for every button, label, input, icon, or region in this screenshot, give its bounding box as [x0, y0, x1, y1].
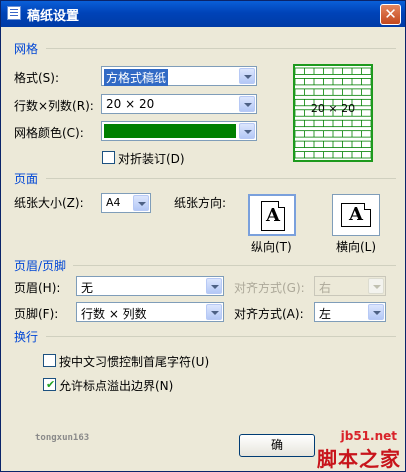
fold-binding-label[interactable]: 对折装订(D) [118, 150, 185, 167]
footer-dropdown-arrow[interactable] [206, 304, 222, 320]
window-title: 稿纸设置 [27, 9, 80, 24]
footer-value: 行数 × 列数 [81, 307, 147, 321]
grid-preview-text: 20 × 20 [310, 102, 356, 115]
punctuation-overflow-checkbox[interactable]: ✔ [43, 378, 56, 391]
document-icon [7, 6, 21, 20]
format-value: 方格式稿纸 [104, 69, 169, 86]
grid-color-swatch [104, 124, 236, 138]
paper-size-value: A4 [106, 196, 121, 209]
footer-align-select[interactable]: 左 [314, 302, 386, 322]
page-setup-dialog: 稿纸设置 ✕ 网格 格式(S): 方格式稿纸 行数×列数(R): 20 × 20… [0, 0, 406, 472]
landscape-button[interactable]: A [332, 194, 380, 236]
landscape-page-icon: A [341, 203, 371, 227]
site-url: jb51.net [340, 429, 397, 443]
header-align-select: 右 [314, 276, 386, 296]
grid-preview: 20 × 20 [293, 64, 373, 162]
line-wrap-section-title: 换行 [14, 330, 39, 344]
header-value: 无 [81, 281, 94, 295]
footer-select[interactable]: 行数 × 列数 [76, 302, 224, 322]
format-label: 格式(S): [14, 71, 60, 85]
format-select[interactable]: 方格式稿纸 [101, 66, 257, 86]
check-icon: ✔ [46, 378, 56, 391]
footer-label: 页脚(F): [14, 307, 59, 321]
cjk-line-break-checkbox[interactable] [43, 354, 56, 367]
page-divider [46, 178, 396, 179]
page-section-title: 页面 [14, 172, 39, 186]
rowcol-value: 20 × 20 [106, 97, 155, 111]
site-watermark: jb51.net 脚本之家 [285, 429, 405, 471]
line-wrap-divider [46, 336, 396, 337]
header-footer-section-title: 页眉/页脚 [14, 259, 67, 273]
footer-align-label: 对齐方式(A): [234, 307, 304, 321]
paper-size-select[interactable]: A4 [101, 193, 151, 213]
header-align-dropdown-arrow [368, 278, 384, 294]
paper-size-dropdown-arrow[interactable] [133, 195, 149, 211]
close-button[interactable]: ✕ [380, 4, 401, 25]
header-select[interactable]: 无 [76, 276, 224, 296]
header-footer-divider [73, 265, 396, 266]
paper-size-label: 纸张大小(Z): [14, 196, 84, 210]
header-dropdown-arrow[interactable] [206, 278, 222, 294]
site-name: 脚本之家 [317, 447, 401, 471]
cjk-line-break-label[interactable]: 按中文习惯控制首尾字符(U) [59, 353, 209, 370]
header-align-value: 右 [319, 281, 332, 295]
portrait-button[interactable]: A [248, 194, 296, 236]
title-bar[interactable]: 稿纸设置 ✕ [1, 1, 405, 27]
rowcol-select[interactable]: 20 × 20 [101, 94, 257, 114]
format-dropdown-arrow[interactable] [239, 68, 255, 84]
punctuation-overflow-label[interactable]: 允许标点溢出边界(N) [59, 377, 173, 394]
header-label: 页眉(H): [14, 281, 61, 295]
portrait-page-icon: A [261, 201, 285, 231]
fold-binding-checkbox[interactable] [102, 151, 115, 164]
footer-align-value: 左 [319, 307, 332, 321]
landscape-label[interactable]: 横向(L) [336, 238, 376, 255]
rowcol-dropdown-arrow[interactable] [239, 96, 255, 112]
grid-color-select[interactable] [101, 121, 257, 141]
footer-align-dropdown-arrow[interactable] [368, 304, 384, 320]
watermark-text: tongxun163 [35, 433, 90, 443]
grid-color-label: 网格颜色(C): [14, 126, 84, 140]
grid-divider [46, 48, 396, 49]
grid-section-title: 网格 [14, 42, 39, 56]
header-align-label: 对齐方式(G): [234, 281, 305, 295]
portrait-label[interactable]: 纵向(T) [251, 238, 292, 255]
grid-color-dropdown-arrow[interactable] [239, 123, 255, 139]
orientation-label: 纸张方向: [174, 196, 227, 210]
rowcol-label: 行数×列数(R): [14, 99, 94, 113]
